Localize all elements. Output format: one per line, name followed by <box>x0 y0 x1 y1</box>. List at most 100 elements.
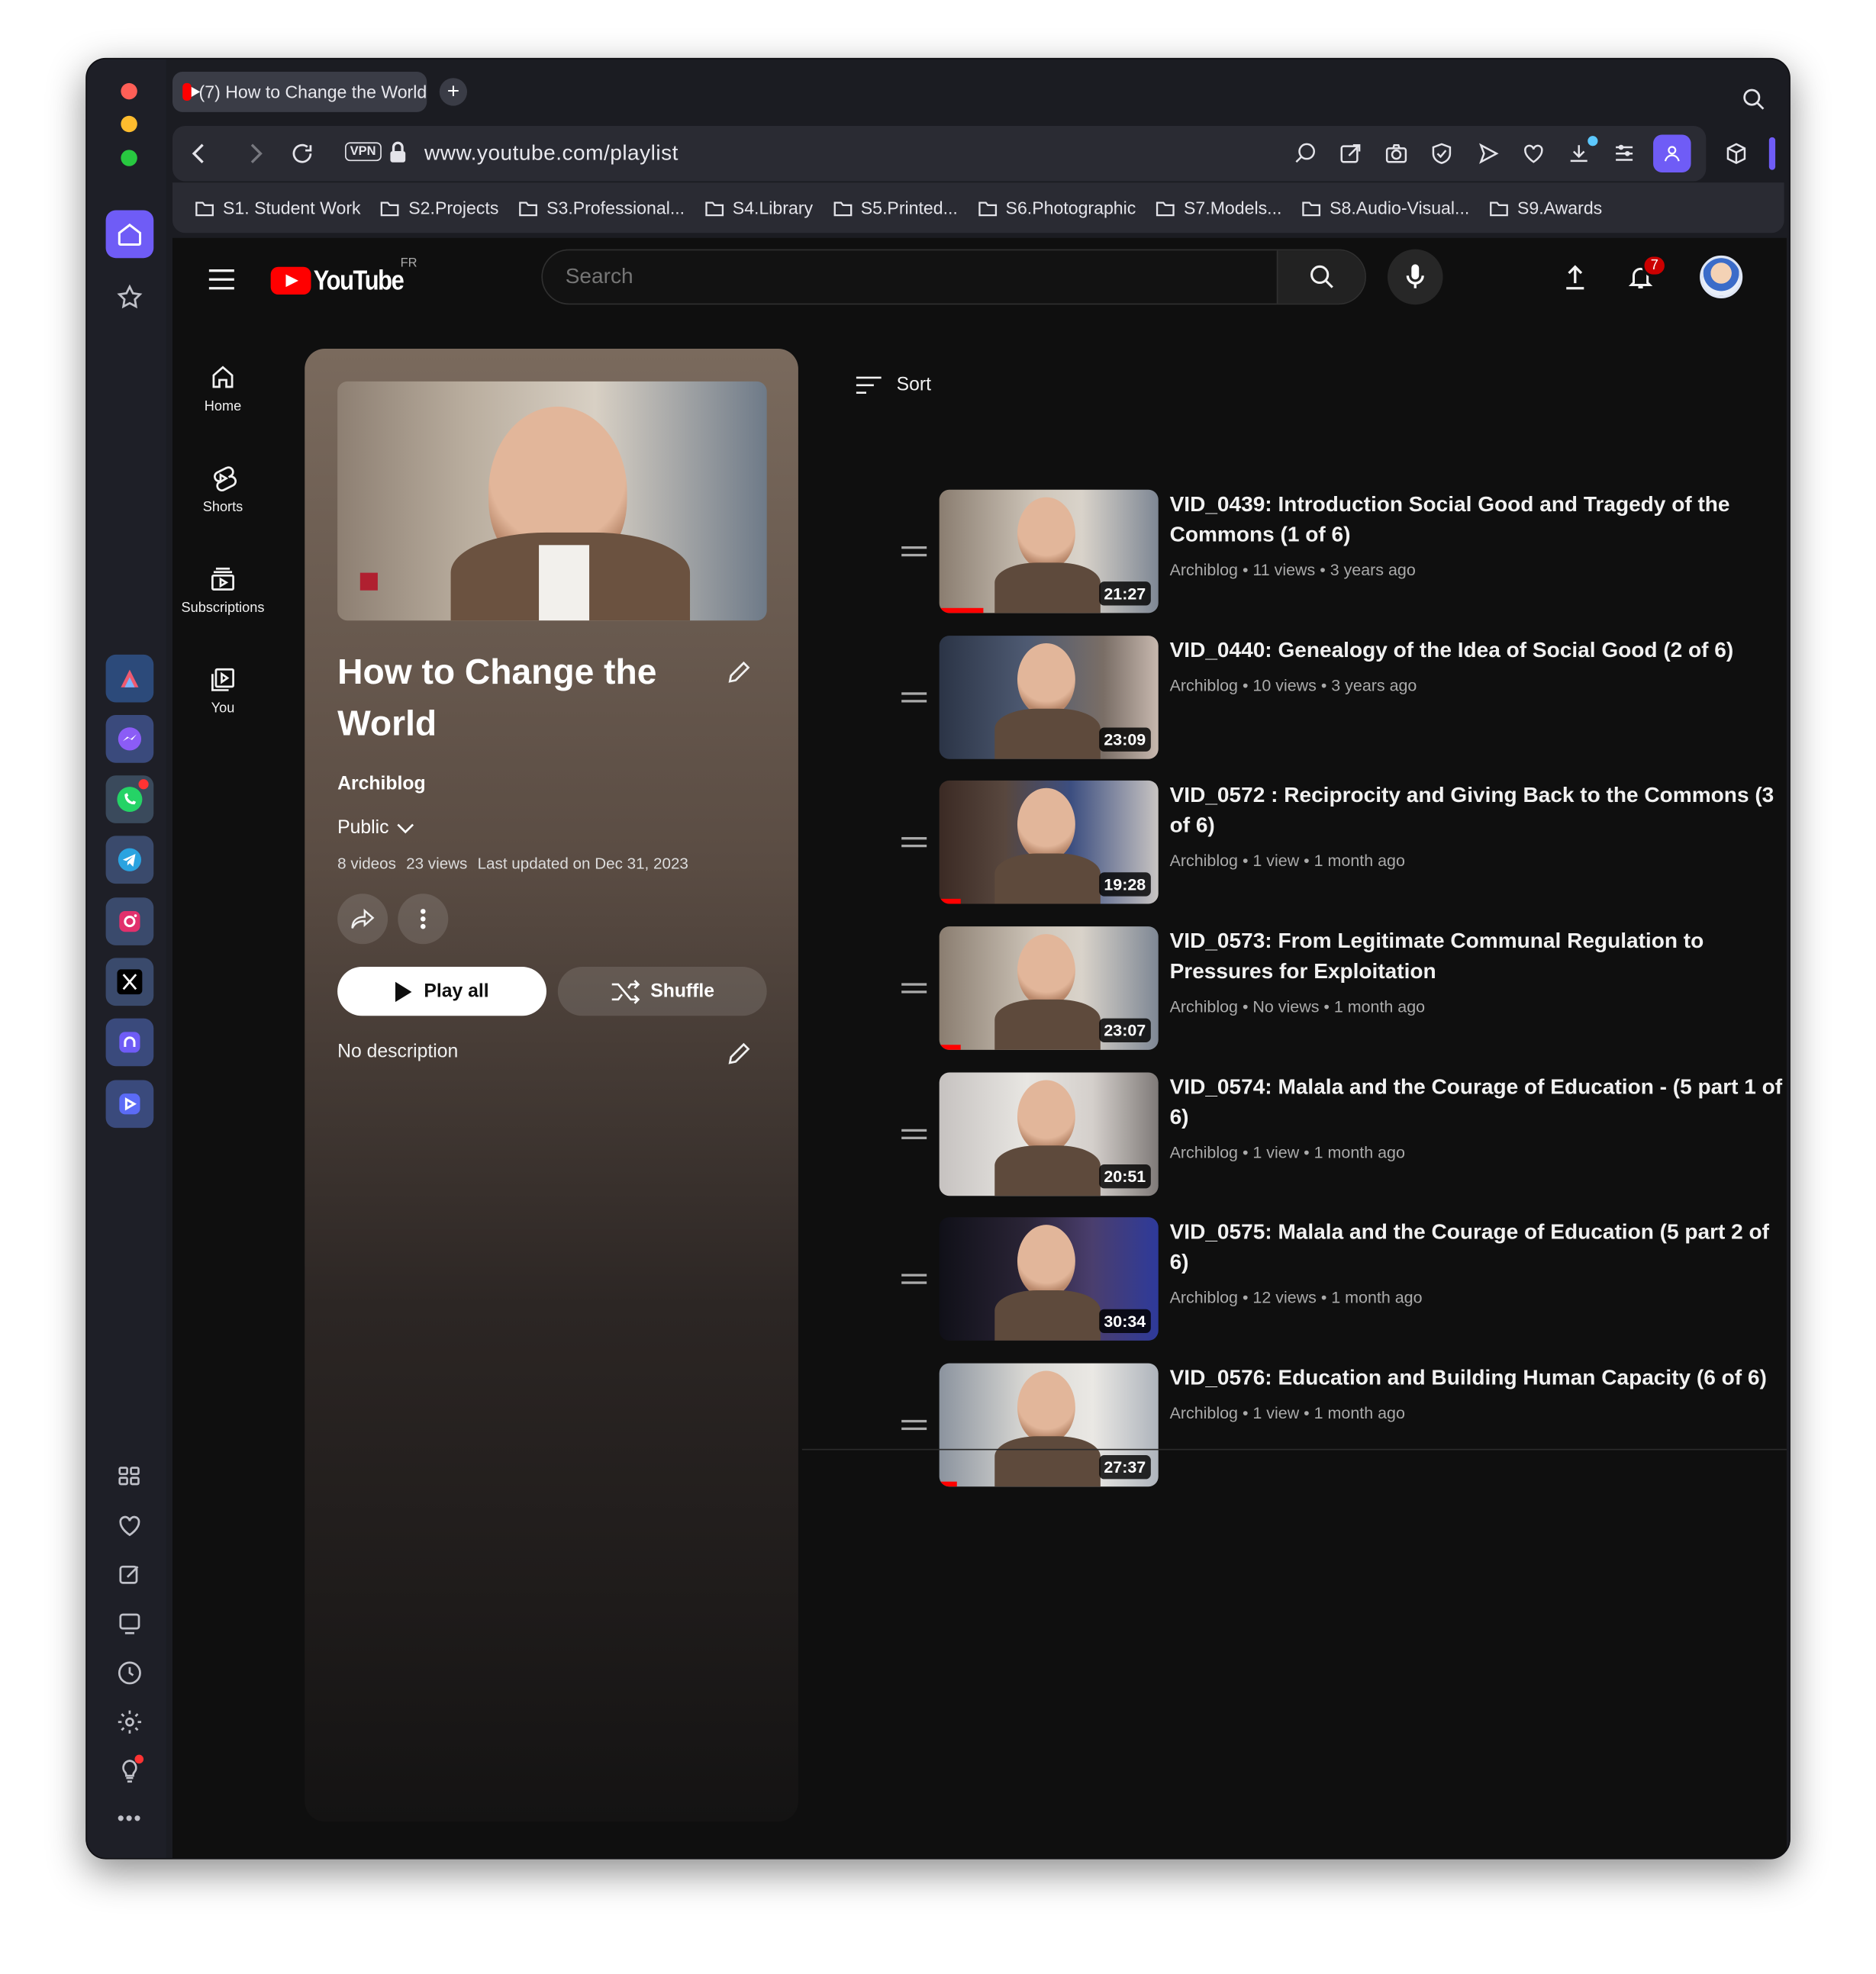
drag-handle-icon[interactable] <box>901 546 927 562</box>
video-title[interactable]: VID_0572 : Reciprocity and Giving Back t… <box>1170 781 1787 841</box>
drag-handle-icon[interactable] <box>901 692 927 707</box>
youtube-logo[interactable]: YouTube FR <box>270 257 419 297</box>
workspaces-icon[interactable] <box>106 1453 154 1501</box>
playlist-owner[interactable]: Archiblog <box>337 773 425 794</box>
reload-icon[interactable] <box>289 141 314 172</box>
playlist-video-row[interactable]: 23:07 VID_0573: From Legitimate Communal … <box>889 926 1790 1052</box>
adblock-shield-icon[interactable] <box>1429 141 1454 172</box>
find-icon[interactable] <box>1293 141 1318 172</box>
send-to-icon[interactable] <box>1339 141 1364 172</box>
clock-icon[interactable] <box>106 1649 154 1697</box>
bookmark-folder[interactable]: S4.Library <box>704 198 813 217</box>
back-icon[interactable] <box>190 142 210 171</box>
playlist-video-row[interactable]: 19:28 VID_0572 : Reciprocity and Giving B… <box>889 780 1790 906</box>
playlist-video-row[interactable]: 20:51 VID_0574: Malala and the Courage of… <box>889 1072 1790 1199</box>
playlist-video-row[interactable]: 30:34 VID_0575: Malala and the Courage of… <box>889 1217 1790 1343</box>
video-channel[interactable]: Archiblog <box>1170 1288 1238 1307</box>
video-channel[interactable]: Archiblog <box>1170 997 1238 1016</box>
video-thumbnail[interactable]: 23:09 <box>939 636 1159 759</box>
video-channel[interactable]: Archiblog <box>1170 1403 1238 1422</box>
music-player-icon[interactable] <box>105 1018 154 1067</box>
video-title[interactable]: VID_0440: Genealogy of the Idea of Socia… <box>1170 636 1787 666</box>
settings-gear-icon[interactable] <box>106 1698 154 1746</box>
playlist-thumbnail[interactable] <box>337 381 767 621</box>
share-button[interactable] <box>337 894 388 945</box>
more-actions-button[interactable] <box>398 894 449 945</box>
bookmark-folder[interactable]: S8.Audio-Visual... <box>1302 198 1469 217</box>
bookmark-folder[interactable]: S1. Student Work <box>195 198 361 217</box>
search-button[interactable] <box>1276 250 1365 304</box>
search-input[interactable] <box>543 250 1280 304</box>
sort-button[interactable]: Sort <box>856 374 931 395</box>
home-icon[interactable] <box>105 210 154 259</box>
playlist-video-row[interactable]: 27:37 VID_0576: Education and Building Hu… <box>889 1363 1790 1489</box>
snapshot-camera-icon[interactable] <box>1384 141 1409 172</box>
more-icon[interactable]: ••• <box>106 1796 154 1844</box>
playlist-video-row[interactable]: 23:09 VID_0440: Genealogy of the Idea of … <box>889 636 1790 762</box>
close-window-button[interactable] <box>121 82 137 100</box>
history-tabs-icon[interactable] <box>106 1600 154 1648</box>
video-thumbnail[interactable]: 27:37 <box>939 1363 1159 1487</box>
bookmark-folder[interactable]: S6.Photographic <box>978 198 1136 217</box>
notifications-bell-icon[interactable]: 7 <box>1626 254 1668 298</box>
forward-icon[interactable] <box>246 142 266 171</box>
tab-search-icon[interactable] <box>1742 87 1767 118</box>
video-thumbnail[interactable]: 23:07 <box>939 926 1159 1050</box>
minimize-window-button[interactable] <box>121 115 137 133</box>
telegram-icon[interactable] <box>105 836 154 884</box>
play-send-icon[interactable] <box>1475 141 1500 172</box>
drag-handle-icon[interactable] <box>901 1419 927 1435</box>
video-thumbnail[interactable]: 20:51 <box>939 1072 1159 1196</box>
video-title[interactable]: VID_0574: Malala and the Courage of Educ… <box>1170 1073 1787 1133</box>
video-channel[interactable]: Archiblog <box>1170 676 1238 695</box>
visibility-dropdown[interactable]: Public <box>337 817 414 839</box>
edit-title-pencil-icon[interactable] <box>725 659 753 693</box>
lightbulb-icon[interactable] <box>106 1747 154 1795</box>
play-all-button[interactable]: Play all <box>337 966 546 1016</box>
drag-handle-icon[interactable] <box>901 983 927 998</box>
video-title[interactable]: VID_0576: Education and Building Human C… <box>1170 1364 1787 1394</box>
pinboard-icon[interactable] <box>106 1551 154 1599</box>
browser-tab[interactable]: (7) How to Change the World <box>172 72 427 112</box>
video-title[interactable]: VID_0439: Introduction Social Good and T… <box>1170 490 1787 550</box>
heart-icon[interactable] <box>106 1502 154 1550</box>
shuffle-button[interactable]: Shuffle <box>557 966 767 1016</box>
nav-home[interactable]: Home <box>172 339 273 440</box>
menu-icon[interactable] <box>208 268 235 297</box>
video-channel[interactable]: Archiblog <box>1170 560 1238 579</box>
messenger-icon[interactable] <box>105 715 154 763</box>
voice-search-button[interactable] <box>1387 249 1443 305</box>
nav-shorts[interactable]: Shorts <box>172 440 273 540</box>
playlist-video-row[interactable]: 21:27 VID_0439: Introduction Social Good … <box>889 489 1790 616</box>
bookmark-folder[interactable]: S2.Projects <box>381 198 498 217</box>
video-title[interactable]: VID_0573: From Legitimate Communal Regul… <box>1170 926 1787 987</box>
whatsapp-icon[interactable] <box>105 775 154 823</box>
upload-icon[interactable] <box>1562 263 1588 298</box>
video-title[interactable]: VID_0575: Malala and the Courage of Educ… <box>1170 1217 1787 1277</box>
easy-setup-icon[interactable] <box>1612 141 1637 172</box>
nav-subscriptions[interactable]: Subscriptions <box>172 540 273 641</box>
player-icon[interactable] <box>105 1080 154 1129</box>
account-avatar[interactable] <box>1700 255 1743 298</box>
drag-handle-icon[interactable] <box>901 1129 927 1145</box>
nav-you[interactable]: You <box>172 641 273 742</box>
bookmark-folder[interactable]: S5.Printed... <box>833 198 958 217</box>
video-channel[interactable]: Archiblog <box>1170 1143 1238 1162</box>
bookmark-folder[interactable]: S3.Professional... <box>519 198 685 217</box>
bookmarks-icon[interactable] <box>106 273 154 321</box>
maximize-window-button[interactable] <box>121 150 137 166</box>
download-icon[interactable] <box>1566 136 1598 172</box>
bookmark-folder[interactable]: S9.Awards <box>1490 198 1602 217</box>
url-field[interactable]: www.youtube.com/playlist <box>424 141 679 166</box>
favorite-heart-icon[interactable] <box>1521 141 1546 172</box>
x-twitter-icon[interactable] <box>105 958 154 1006</box>
drag-handle-icon[interactable] <box>901 837 927 852</box>
instagram-icon[interactable] <box>105 897 154 945</box>
edit-description-pencil-icon[interactable] <box>725 1040 753 1074</box>
video-thumbnail[interactable]: 21:27 <box>939 489 1159 613</box>
new-tab-button[interactable]: + <box>439 78 468 106</box>
video-thumbnail[interactable]: 30:34 <box>939 1217 1159 1341</box>
extensions-cube-icon[interactable] <box>1723 141 1749 172</box>
video-thumbnail[interactable]: 19:28 <box>939 780 1159 904</box>
vpn-badge[interactable]: VPN <box>345 142 382 162</box>
